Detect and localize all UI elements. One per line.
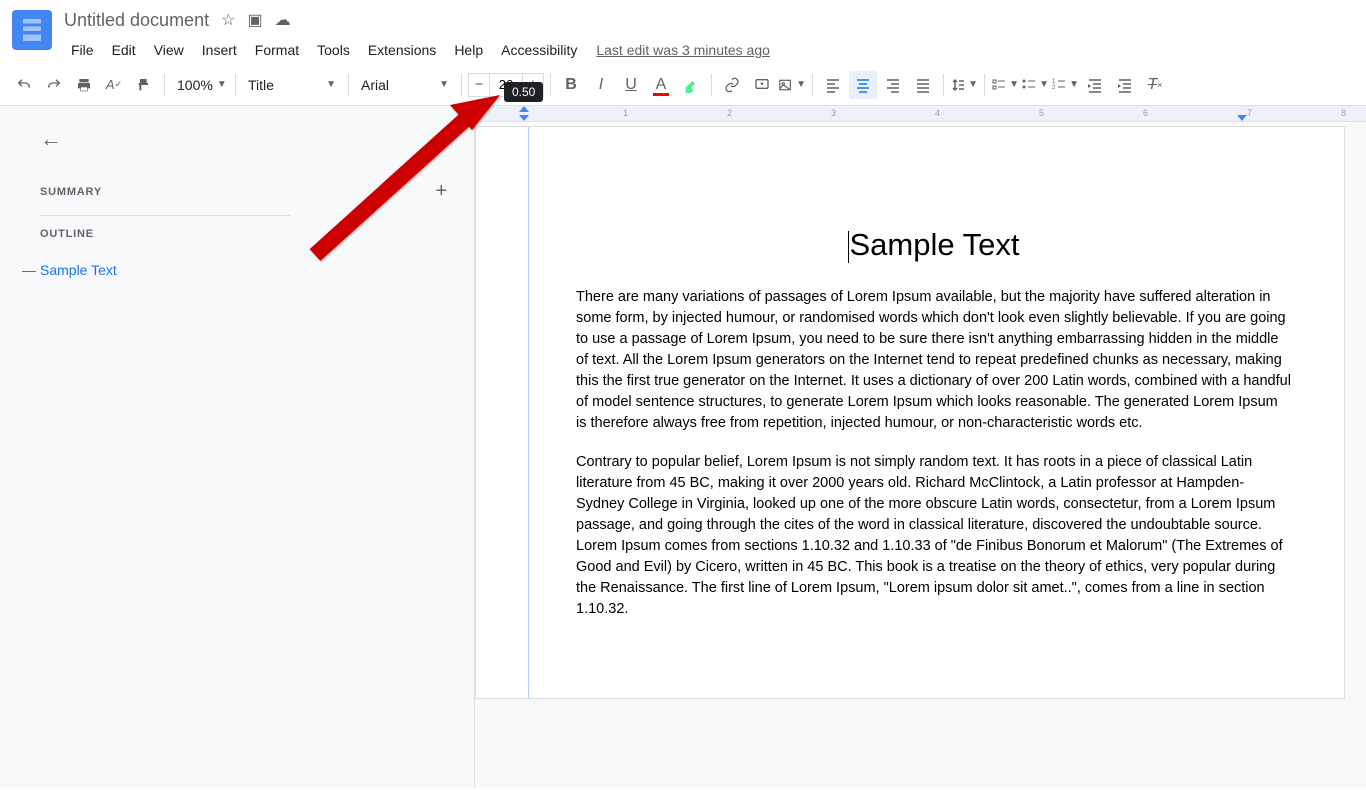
align-left-button[interactable] bbox=[819, 71, 847, 99]
document-page[interactable]: Sample Text There are many variations of… bbox=[475, 126, 1345, 699]
align-justify-button[interactable] bbox=[909, 71, 937, 99]
left-indent-marker[interactable] bbox=[519, 115, 529, 121]
menu-file[interactable]: File bbox=[64, 40, 101, 60]
zoom-select[interactable]: 100%▼ bbox=[171, 72, 229, 98]
last-edit-link[interactable]: Last edit was 3 minutes ago bbox=[596, 42, 770, 58]
line-spacing-button[interactable]: ▼ bbox=[950, 71, 978, 99]
spellcheck-button[interactable]: A✓ bbox=[100, 71, 128, 99]
cloud-icon[interactable]: ☁ bbox=[275, 10, 291, 30]
align-right-button[interactable] bbox=[879, 71, 907, 99]
indent-tooltip: 0.50 bbox=[504, 82, 543, 102]
outline-header: OUTLINE bbox=[40, 228, 448, 240]
checklist-button[interactable]: ▼ bbox=[991, 71, 1019, 99]
bold-button[interactable]: B bbox=[557, 71, 585, 99]
menu-extensions[interactable]: Extensions bbox=[361, 40, 443, 60]
paragraph-2[interactable]: Contrary to popular belief, Lorem Ipsum … bbox=[576, 452, 1292, 620]
underline-button[interactable]: U bbox=[617, 71, 645, 99]
clear-formatting-button[interactable]: T× bbox=[1141, 71, 1169, 99]
font-select[interactable]: Arial▼ bbox=[355, 72, 455, 98]
image-button[interactable]: ▼ bbox=[778, 71, 806, 99]
indent-increase-button[interactable] bbox=[1111, 71, 1139, 99]
first-line-indent-marker[interactable] bbox=[519, 106, 529, 112]
link-button[interactable] bbox=[718, 71, 746, 99]
document-heading[interactable]: Sample Text bbox=[576, 227, 1292, 263]
menu-tools[interactable]: Tools bbox=[310, 40, 357, 60]
menu-insert[interactable]: Insert bbox=[195, 40, 244, 60]
move-icon[interactable]: ▣ bbox=[247, 10, 262, 30]
paint-format-button[interactable] bbox=[130, 71, 158, 99]
style-select[interactable]: Title▼ bbox=[242, 72, 342, 98]
paragraph-1[interactable]: There are many variations of passages of… bbox=[576, 287, 1292, 434]
redo-button[interactable] bbox=[40, 71, 68, 99]
svg-text:2: 2 bbox=[1052, 85, 1056, 91]
comment-button[interactable] bbox=[748, 71, 776, 99]
menu-format[interactable]: Format bbox=[248, 40, 306, 60]
align-center-button[interactable] bbox=[849, 71, 877, 99]
bullet-list-button[interactable]: ▼ bbox=[1021, 71, 1049, 99]
italic-button[interactable]: I bbox=[587, 71, 615, 99]
horizontal-ruler[interactable]: 1 2 3 4 5 6 7 8 bbox=[475, 106, 1366, 122]
fontsize-minus[interactable]: − bbox=[468, 73, 490, 97]
document-title[interactable]: Untitled document bbox=[64, 10, 209, 31]
outline-panel: ← SUMMARY + OUTLINE Sample Text bbox=[0, 106, 475, 788]
add-summary-button[interactable]: + bbox=[436, 180, 448, 203]
menu-view[interactable]: View bbox=[147, 40, 191, 60]
menu-accessibility[interactable]: Accessibility bbox=[494, 40, 584, 60]
star-icon[interactable]: ☆ bbox=[221, 10, 235, 30]
highlight-button[interactable] bbox=[677, 71, 705, 99]
print-button[interactable] bbox=[70, 71, 98, 99]
menu-help[interactable]: Help bbox=[447, 40, 490, 60]
docs-logo[interactable] bbox=[12, 10, 52, 50]
undo-button[interactable] bbox=[10, 71, 38, 99]
menu-edit[interactable]: Edit bbox=[105, 40, 143, 60]
margin-guide bbox=[528, 127, 529, 698]
indent-decrease-button[interactable] bbox=[1081, 71, 1109, 99]
summary-header: SUMMARY + bbox=[40, 180, 448, 203]
right-indent-marker[interactable] bbox=[1237, 115, 1247, 121]
close-outline-button[interactable]: ← bbox=[40, 126, 448, 152]
text-color-button[interactable]: A bbox=[647, 71, 675, 99]
outline-item[interactable]: Sample Text bbox=[40, 258, 448, 282]
numbered-list-button[interactable]: 12▼ bbox=[1051, 71, 1079, 99]
